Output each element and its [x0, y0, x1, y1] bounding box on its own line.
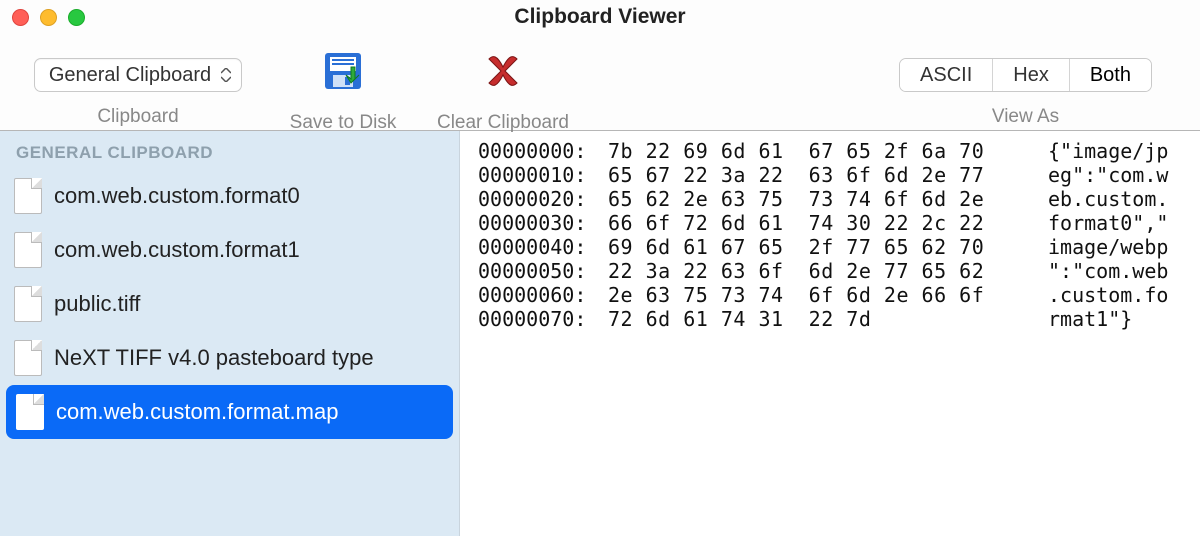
hex-ascii: .custom.fo [1048, 283, 1168, 307]
hex-bytes: 69 6d 61 67 65 2f 77 65 62 70 [608, 235, 1048, 259]
view-mode-segment: ASCII Hex Both [899, 58, 1152, 92]
clipboard-selector[interactable]: General Clipboard [34, 58, 242, 92]
save-icon [313, 44, 373, 98]
hex-ascii: eg":"com.w [1048, 163, 1168, 187]
sidebar-item[interactable]: com.web.custom.format1 [0, 223, 459, 277]
sidebar-item[interactable]: public.tiff [0, 277, 459, 331]
hex-bytes: 66 6f 72 6d 61 74 30 22 2c 22 [608, 211, 1048, 235]
chevron-updown-icon [221, 68, 231, 82]
hex-offset: 00000030: [478, 211, 608, 235]
file-icon [14, 232, 42, 268]
sidebar-header: GENERAL CLIPBOARD [0, 139, 459, 169]
clipboard-selector-group: General Clipboard Clipboard [8, 38, 268, 128]
hex-offset: 00000050: [478, 259, 608, 283]
hex-row: 00000040:69 6d 61 67 65 2f 77 65 62 70im… [478, 235, 1200, 259]
save-label: Save to Disk [290, 112, 397, 134]
titlebar: Clipboard Viewer [0, 0, 1200, 34]
hex-row: 00000050:22 3a 22 63 6f 6d 2e 77 65 62":… [478, 259, 1200, 283]
toolbar: General Clipboard Clipboard [0, 34, 1200, 130]
hex-view[interactable]: 00000000:7b 22 69 6d 61 67 65 2f 6a 70{"… [460, 131, 1200, 536]
clear-button[interactable] [473, 44, 533, 98]
hex-row: 00000070:72 6d 61 74 31 22 7drmat1"} [478, 307, 1200, 331]
file-icon [14, 286, 42, 322]
hex-offset: 00000070: [478, 307, 608, 331]
hex-bytes: 22 3a 22 63 6f 6d 2e 77 65 62 [608, 259, 1048, 283]
hex-bytes: 65 67 22 3a 22 63 6f 6d 2e 77 [608, 163, 1048, 187]
hex-ascii: rmat1"} [1048, 307, 1132, 331]
clipboard-selector-label: General Clipboard [49, 64, 211, 87]
save-button[interactable] [313, 44, 373, 98]
hex-offset: 00000000: [478, 139, 608, 163]
hex-ascii: image/webp [1048, 235, 1168, 259]
viewas-group: ASCII Hex Both View As [899, 38, 1152, 128]
sidebar-item-label: com.web.custom.format.map [56, 399, 338, 425]
sidebar-item[interactable]: NeXT TIFF v4.0 pasteboard type [0, 331, 459, 385]
minimize-icon[interactable] [40, 9, 57, 26]
clear-x-icon [473, 44, 533, 98]
hex-row: 00000060:2e 63 75 73 74 6f 6d 2e 66 6f.c… [478, 283, 1200, 307]
file-icon [14, 340, 42, 376]
sidebar-item-label: com.web.custom.format1 [54, 237, 300, 263]
maximize-icon[interactable] [68, 9, 85, 26]
clear-label: Clear Clipboard [437, 112, 569, 134]
window-title: Clipboard Viewer [0, 5, 1200, 29]
window: Clipboard Viewer General Clipboard Clipb… [0, 0, 1200, 536]
hex-row: 00000020:65 62 2e 63 75 73 74 6f 6d 2eeb… [478, 187, 1200, 211]
sidebar-list: com.web.custom.format0 com.web.custom.for… [0, 169, 459, 439]
view-ascii-button[interactable]: ASCII [900, 59, 992, 91]
hex-offset: 00000020: [478, 187, 608, 211]
hex-offset: 00000040: [478, 235, 608, 259]
hex-bytes: 2e 63 75 73 74 6f 6d 2e 66 6f [608, 283, 1048, 307]
view-hex-button[interactable]: Hex [992, 59, 1069, 91]
save-group: Save to Disk [268, 38, 418, 134]
sidebar-item-label: public.tiff [54, 291, 140, 317]
close-icon[interactable] [12, 9, 29, 26]
clear-group: Clear Clipboard [418, 38, 588, 134]
window-controls [12, 9, 85, 26]
clipboard-label: Clipboard [97, 106, 178, 128]
viewas-label: View As [992, 106, 1059, 128]
sidebar-item[interactable]: com.web.custom.format0 [0, 169, 459, 223]
hex-ascii: eb.custom. [1048, 187, 1168, 211]
hex-row: 00000010:65 67 22 3a 22 63 6f 6d 2e 77eg… [478, 163, 1200, 187]
hex-bytes: 65 62 2e 63 75 73 74 6f 6d 2e [608, 187, 1048, 211]
hex-row: 00000030:66 6f 72 6d 61 74 30 22 2c 22fo… [478, 211, 1200, 235]
file-icon [16, 394, 44, 430]
sidebar: GENERAL CLIPBOARD com.web.custom.format0… [0, 131, 460, 536]
hex-ascii: format0"," [1048, 211, 1168, 235]
hex-ascii: {"image/jp [1048, 139, 1168, 163]
hex-ascii: ":"com.web [1048, 259, 1168, 283]
file-icon [14, 178, 42, 214]
content: GENERAL CLIPBOARD com.web.custom.format0… [0, 130, 1200, 536]
hex-offset: 00000060: [478, 283, 608, 307]
sidebar-item-label: com.web.custom.format0 [54, 183, 300, 209]
hex-bytes: 7b 22 69 6d 61 67 65 2f 6a 70 [608, 139, 1048, 163]
view-both-button[interactable]: Both [1069, 59, 1151, 91]
sidebar-item-label: NeXT TIFF v4.0 pasteboard type [54, 345, 374, 371]
hex-bytes: 72 6d 61 74 31 22 7d [608, 307, 1048, 331]
sidebar-item[interactable]: com.web.custom.format.map [6, 385, 453, 439]
hex-offset: 00000010: [478, 163, 608, 187]
hex-row: 00000000:7b 22 69 6d 61 67 65 2f 6a 70{"… [478, 139, 1200, 163]
